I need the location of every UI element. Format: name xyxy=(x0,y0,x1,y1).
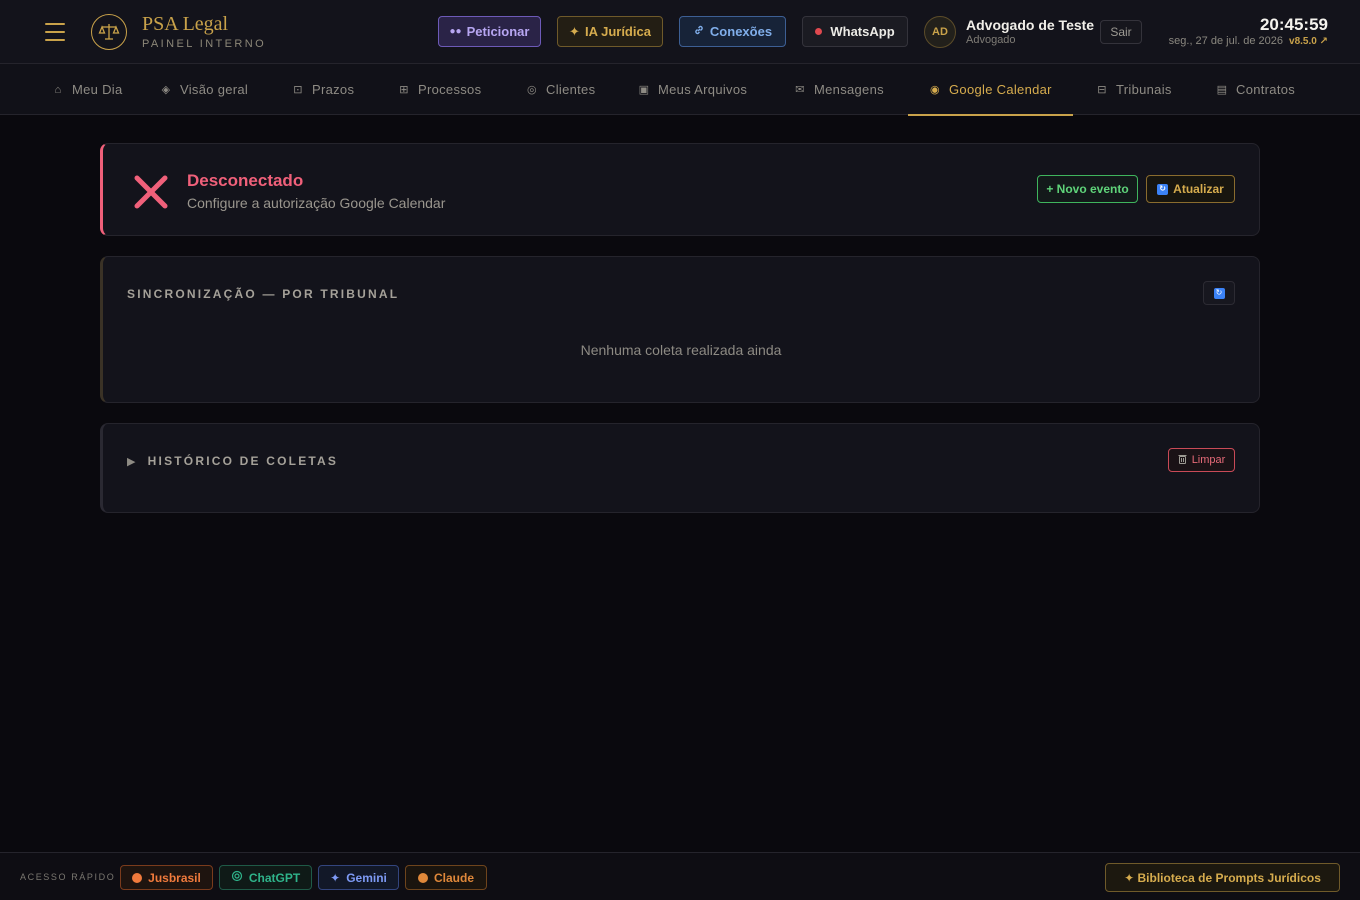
scales-logo-icon xyxy=(91,14,127,50)
menu-icon[interactable] xyxy=(45,23,65,41)
people-icon: ●● xyxy=(449,26,462,37)
link-icon xyxy=(693,24,705,39)
claude-label: Claude xyxy=(433,870,474,885)
jusbrasil-label: Jusbrasil xyxy=(148,870,201,885)
tab-mensagens[interactable]: ✉ Mensagens xyxy=(794,64,884,115)
sparkle-icon: ✦ xyxy=(569,23,580,39)
user-circle-icon: ◎ xyxy=(527,84,537,96)
grid-icon: ⊞ xyxy=(399,84,409,96)
refresh-icon: ↻ xyxy=(1157,183,1169,195)
sync-refresh-button[interactable]: ↻ xyxy=(1203,281,1235,305)
building-icon: ⊟ xyxy=(1097,84,1107,96)
tab-label: Meus Arquivos xyxy=(658,82,748,97)
diamond-icon: ◈ xyxy=(161,84,171,96)
jusbrasil-link[interactable]: Jusbrasil xyxy=(120,865,213,890)
tab-contratos[interactable]: ▤ Contratos xyxy=(1216,64,1295,115)
tab-label: Visão geral xyxy=(180,82,249,97)
tab-prazos[interactable]: ⊡ Prazos xyxy=(292,64,354,115)
tab-label: Tribunais xyxy=(1116,82,1172,97)
chatgpt-link[interactable]: ChatGPT xyxy=(219,865,312,890)
connection-status-card: Desconectado Configure a autorização Goo… xyxy=(100,143,1260,236)
whatsapp-button[interactable]: WhatsApp xyxy=(802,16,908,47)
ia-juridica-label: IA Jurídica xyxy=(584,24,651,39)
play-arrow-icon: ▶ xyxy=(127,455,138,468)
tab-visao-geral[interactable]: ◈ Visão geral xyxy=(160,64,248,115)
gemini-label: Gemini xyxy=(346,870,387,885)
claude-icon xyxy=(417,872,428,883)
tab-meus-arquivos[interactable]: ▣ Meus Arquivos xyxy=(638,64,747,115)
tab-label: Mensagens xyxy=(814,82,884,97)
brand-subtitle: PAINEL INTERNO xyxy=(142,38,267,50)
version-link[interactable]: v8.5.0 ↗ xyxy=(1289,36,1328,47)
section-title: SINCRONIZAÇÃO — POR TRIBUNAL xyxy=(127,287,400,301)
user-name: Advogado de Teste xyxy=(966,17,1095,33)
jusbrasil-icon xyxy=(132,872,143,883)
status-subtitle: Configure a autorização Google Calendar xyxy=(187,195,446,211)
clock: 20:45:59 xyxy=(1259,15,1328,34)
collection-history-card: ▶ HISTÓRICO DE COLETAS Limpar xyxy=(100,423,1260,513)
status-dot-icon xyxy=(815,28,823,35)
tab-label: Meu Dia xyxy=(72,82,123,97)
clear-history-button[interactable]: Limpar xyxy=(1168,448,1235,472)
envelope-icon: ✉ xyxy=(795,84,805,96)
user-role: Advogado xyxy=(966,34,1016,46)
refresh-label: Atualizar xyxy=(1173,182,1224,196)
top-header: PSA Legal PAINEL INTERNO ●● Peticionar ✦… xyxy=(0,0,1360,64)
gemini-link[interactable]: ✦ Gemini xyxy=(318,865,399,890)
history-toggle[interactable]: ▶ HISTÓRICO DE COLETAS xyxy=(127,454,338,468)
openai-icon xyxy=(231,870,243,885)
tab-clientes[interactable]: ◎ Clientes xyxy=(526,64,595,115)
peticionar-label: Peticionar xyxy=(466,24,530,39)
gemini-star-icon: ✦ xyxy=(330,870,341,885)
tab-label: Google Calendar xyxy=(949,82,1052,97)
quick-access-footer: ACESSO RÁPIDO Jusbrasil ChatGPT ✦ Gemini… xyxy=(0,852,1360,900)
tab-label: Processos xyxy=(418,82,482,97)
section-title: HISTÓRICO DE COLETAS xyxy=(147,454,339,468)
home-icon: ⌂ xyxy=(54,83,62,96)
claude-link[interactable]: Claude xyxy=(405,865,487,890)
tab-tribunais[interactable]: ⊟ Tribunais xyxy=(1096,64,1172,115)
tab-label: Prazos xyxy=(312,82,355,97)
close-icon xyxy=(133,174,169,210)
current-date: seg., 27 de jul. de 2026 xyxy=(1168,35,1284,47)
brand-title: PSA Legal xyxy=(142,13,229,35)
document-icon: ▤ xyxy=(1216,84,1228,96)
quick-access-label: ACESSO RÁPIDO xyxy=(20,872,116,882)
target-icon: ◉ xyxy=(930,84,940,96)
main-tabs: ⌂ Meu Dia ◈ Visão geral ⊡ Prazos ⊞ Proce… xyxy=(0,64,1360,116)
status-title: Desconectado xyxy=(187,171,304,190)
prompt-library-button[interactable]: ✦ Biblioteca de Prompts Jurídicos xyxy=(1105,863,1340,892)
logout-button[interactable]: Sair xyxy=(1100,20,1142,44)
empty-state-message: Nenhuma coleta realizada ainda xyxy=(580,342,782,358)
tab-meu-dia[interactable]: ⌂ Meu Dia xyxy=(52,64,123,115)
date-line: seg., 27 de jul. de 2026 v8.5.0 ↗ xyxy=(1169,35,1328,47)
tab-processos[interactable]: ⊞ Processos xyxy=(398,64,481,115)
peticionar-button[interactable]: ●● Peticionar xyxy=(438,16,541,47)
calendar-icon: ⊡ xyxy=(293,84,303,96)
folder-icon: ▣ xyxy=(638,84,650,96)
clear-label: Limpar xyxy=(1191,454,1226,466)
avatar[interactable]: AD xyxy=(924,16,956,48)
tab-label: Contratos xyxy=(1236,82,1296,97)
trash-icon xyxy=(1178,454,1187,467)
chatgpt-label: ChatGPT xyxy=(248,870,301,885)
whatsapp-label: WhatsApp xyxy=(830,24,895,39)
tab-google-calendar[interactable]: ◉ Google Calendar xyxy=(908,64,1073,116)
refresh-button[interactable]: ↻ Atualizar xyxy=(1146,175,1235,203)
conexoes-label: Conexões xyxy=(709,24,773,39)
refresh-icon: ↻ xyxy=(1213,287,1225,299)
sync-by-court-card: SINCRONIZAÇÃO — POR TRIBUNAL ↻ Nenhuma c… xyxy=(100,256,1260,403)
tab-label: Clientes xyxy=(546,82,596,97)
conexoes-button[interactable]: Conexões xyxy=(679,16,786,47)
new-event-button[interactable]: + Novo evento xyxy=(1037,175,1138,203)
ia-juridica-button[interactable]: ✦ IA Jurídica xyxy=(557,16,663,47)
